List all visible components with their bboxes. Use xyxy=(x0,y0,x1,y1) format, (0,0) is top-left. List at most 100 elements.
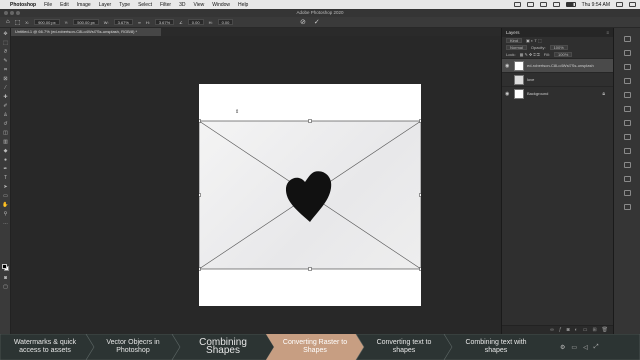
volume-icon[interactable]: ◁ xyxy=(583,344,588,351)
h-field[interactable]: 3.67% xyxy=(154,19,175,25)
zoom-window-icon[interactable] xyxy=(16,11,20,15)
minimize-window-icon[interactable] xyxy=(10,11,14,15)
properties-icon[interactable] xyxy=(624,36,631,42)
delete-layer-icon[interactable]: 🗑︎ xyxy=(602,327,608,333)
w-field[interactable]: 3.67% xyxy=(113,19,133,25)
wifi-icon[interactable] xyxy=(552,2,560,7)
layer-love[interactable]: love xyxy=(502,72,613,86)
hskew-field[interactable]: 0.00 xyxy=(217,19,234,25)
patterns-icon[interactable] xyxy=(624,120,631,126)
layer-photo[interactable]: ◉ ed-robertson-C8Lo4Wsi7Ss-unsplash xyxy=(502,58,613,72)
document-tab[interactable]: Untitled-1 @ 66.7% (ed-robertson-C8Lo4Ws… xyxy=(11,28,161,36)
camera-icon[interactable] xyxy=(513,2,521,7)
blur-tool-icon[interactable]: ◆ xyxy=(2,149,9,154)
kind-filter[interactable]: Kind xyxy=(506,38,523,43)
x-field[interactable]: 900.00 px xyxy=(34,19,60,25)
menu-app-name[interactable]: Photoshop xyxy=(10,2,36,8)
filter-icons[interactable]: ▣ ◐ T ⬚ xyxy=(526,37,542,44)
menu-3d[interactable]: 3D xyxy=(179,2,185,8)
link-icon[interactable]: ∞ xyxy=(138,20,141,25)
menu-select[interactable]: Select xyxy=(138,2,152,8)
settings-icon[interactable]: ⚙ xyxy=(560,344,565,351)
lesson-converting-raster[interactable]: Converting Raster to Shapes xyxy=(270,334,360,360)
gradients-icon[interactable] xyxy=(624,106,631,112)
menu-view[interactable]: View xyxy=(194,2,205,8)
lesson-combining-shapes[interactable]: Combining Shapes xyxy=(176,334,270,360)
panel-menu-icon[interactable]: ≡ xyxy=(606,28,609,37)
fill-field[interactable]: 100% xyxy=(554,52,573,57)
lock-icons[interactable]: ▦ ✎ ✥ ⌗ ⚿ xyxy=(520,51,540,58)
bluetooth-icon[interactable] xyxy=(539,2,547,7)
eyedropper-tool-icon[interactable]: ⁄ xyxy=(2,86,9,91)
commit-transform-icon[interactable]: ✓ xyxy=(314,18,320,26)
layers-panel-title[interactable]: Layers xyxy=(506,30,520,35)
more-tools-icon[interactable]: … xyxy=(2,221,9,226)
brushes-icon[interactable] xyxy=(624,134,631,140)
cloud-icon[interactable] xyxy=(526,2,534,7)
document-canvas[interactable]: ⇕ xyxy=(199,84,421,306)
dodge-tool-icon[interactable]: ● xyxy=(2,158,9,163)
lasso-tool-icon[interactable]: ϑ xyxy=(2,50,9,55)
fullscreen-icon[interactable]: ⤢ xyxy=(594,344,599,351)
captions-icon[interactable]: ▭ xyxy=(571,344,577,351)
clock[interactable]: Thu 9:54 AM xyxy=(582,2,610,8)
transform-bounding-box[interactable] xyxy=(199,84,421,306)
new-layer-icon[interactable]: ⊞ xyxy=(592,327,596,333)
menu-type[interactable]: Type xyxy=(119,2,130,8)
glyphs-icon[interactable] xyxy=(624,190,631,196)
gradient-tool-icon[interactable]: ▥ xyxy=(2,140,9,145)
history-icon[interactable] xyxy=(624,148,631,154)
angle-field[interactable]: 0.00 xyxy=(187,19,204,25)
blend-mode-select[interactable]: Normal xyxy=(506,45,527,50)
visibility-eye-icon[interactable]: ◉ xyxy=(505,63,509,69)
crop-tool-icon[interactable]: ⌗ xyxy=(2,68,9,73)
shape-tool-icon[interactable]: ▭ xyxy=(2,194,9,199)
character-icon[interactable] xyxy=(624,162,631,168)
eraser-tool-icon[interactable]: ◫ xyxy=(2,131,9,136)
swatches-icon[interactable] xyxy=(624,92,631,98)
fx-icon[interactable]: ƒ xyxy=(559,327,562,333)
hand-tool-icon[interactable]: ✋ xyxy=(2,203,9,208)
screen-mode-icon[interactable]: ▢ xyxy=(2,285,9,290)
lesson-converting-text[interactable]: Converting text to shapes xyxy=(360,334,448,360)
opacity-field[interactable]: 100% xyxy=(549,45,568,50)
quick-select-tool-icon[interactable]: ✎ xyxy=(2,59,9,64)
pen-tool-icon[interactable]: ✒ xyxy=(2,167,9,172)
menu-file[interactable]: File xyxy=(44,2,52,8)
menu-edit[interactable]: Edit xyxy=(60,2,69,8)
link-layers-icon[interactable]: ∞ xyxy=(550,327,554,333)
lesson-watermarks[interactable]: Watermarks & quick access to assets xyxy=(0,334,90,360)
home-icon[interactable]: ⌂ xyxy=(6,19,10,25)
menu-layer[interactable]: Layer xyxy=(99,2,112,8)
close-window-icon[interactable] xyxy=(4,11,8,15)
adjustment-icon[interactable]: ◐ xyxy=(575,327,578,333)
transform-icon[interactable]: ⬚ xyxy=(15,19,21,26)
battery-icon[interactable] xyxy=(565,2,576,7)
menu-help[interactable]: Help xyxy=(238,2,248,8)
mask-icon[interactable]: ◙ xyxy=(567,327,570,333)
libraries-icon[interactable] xyxy=(624,64,631,70)
type-tool-icon[interactable]: T xyxy=(2,176,9,181)
canvas-area[interactable]: ⇕ xyxy=(11,36,501,334)
menu-image[interactable]: Image xyxy=(77,2,91,8)
search-icon[interactable] xyxy=(616,2,623,7)
stamp-tool-icon[interactable]: ♙ xyxy=(2,113,9,118)
quick-mask-icon[interactable]: ◙ xyxy=(2,276,9,281)
y-field[interactable]: 500.00 px xyxy=(73,19,99,25)
history-brush-tool-icon[interactable]: ↺ xyxy=(2,122,9,127)
frame-tool-icon[interactable]: ⊠ xyxy=(2,77,9,82)
lesson-vector-objects[interactable]: Vector Objecrs in Photoshop xyxy=(90,334,176,360)
adjustments-icon[interactable] xyxy=(624,50,631,56)
menu-window[interactable]: Window xyxy=(212,2,230,8)
color-icon[interactable] xyxy=(624,78,631,84)
healing-tool-icon[interactable]: ✚ xyxy=(2,95,9,100)
layer-background[interactable]: ◉ Background 🔒︎ xyxy=(502,86,613,100)
zoom-tool-icon[interactable]: ⚲ xyxy=(2,212,9,217)
lesson-combining-text[interactable]: Combining text with shapes xyxy=(448,334,544,360)
brush-tool-icon[interactable]: ✐ xyxy=(2,104,9,109)
visibility-eye-icon[interactable]: ◉ xyxy=(505,91,509,97)
marquee-tool-icon[interactable]: ⬚ xyxy=(2,41,9,46)
menu-list-icon[interactable] xyxy=(629,2,636,7)
path-select-tool-icon[interactable]: ➤ xyxy=(2,185,9,190)
group-icon[interactable]: ▭ xyxy=(583,327,588,333)
